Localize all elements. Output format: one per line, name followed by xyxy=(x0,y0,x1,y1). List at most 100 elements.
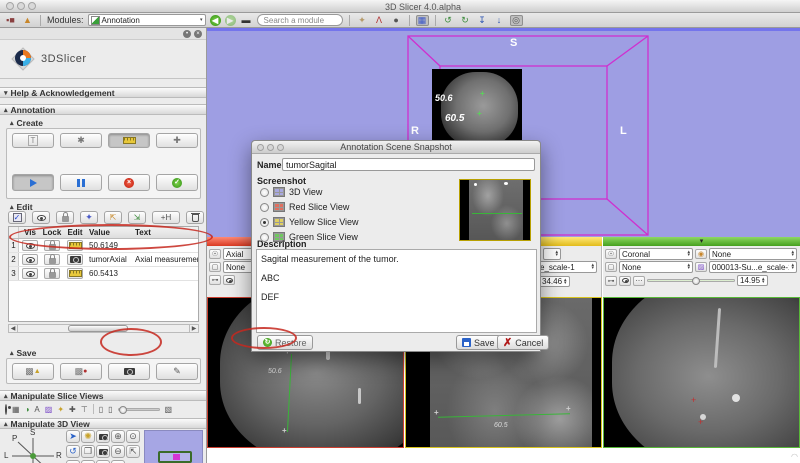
panel-close-button[interactable]: × xyxy=(194,30,202,38)
eye-button[interactable] xyxy=(223,275,235,285)
slice-visibility-icon[interactable] xyxy=(5,403,7,415)
modules-combobox[interactable]: Annotation ▾ xyxy=(87,14,206,26)
search-input[interactable]: Search a module xyxy=(256,14,343,26)
pause-place-button[interactable] xyxy=(60,174,102,191)
save-mrml-scene-button[interactable]: ▩ ▲ xyxy=(12,363,54,380)
view-camera-button[interactable] xyxy=(96,445,110,458)
scroll-left-icon[interactable]: ◀ xyxy=(9,325,18,332)
yellow-opacity-spinbox[interactable]: 34.46 ▴ ▾ xyxy=(539,276,570,287)
panel-pin-button[interactable]: • xyxy=(183,30,191,38)
radio-icon[interactable] xyxy=(260,187,269,197)
move-down-button[interactable]: ⇲ xyxy=(128,211,146,224)
minimize-window-button[interactable] xyxy=(17,2,25,10)
slice-star-icon[interactable]: ✦ xyxy=(57,405,64,414)
visibility-button[interactable] xyxy=(22,254,38,265)
save-button[interactable]: Save xyxy=(456,335,501,350)
table-horizontal-scrollbar[interactable]: ◀ ▶ xyxy=(8,324,199,333)
fiducial-marker[interactable]: + xyxy=(698,418,703,427)
value-cell[interactable]: tumorAxial xyxy=(87,255,133,264)
view-spin-button[interactable]: ✺ xyxy=(81,430,95,443)
slice-copy-icon[interactable]: ▯ xyxy=(99,405,103,414)
slice-label-icon[interactable]: A xyxy=(34,405,39,414)
link-icon[interactable]: ⊶ xyxy=(209,275,221,285)
slice-paste-icon[interactable]: ▯ xyxy=(108,405,112,414)
history-forward-button[interactable]: ▶ xyxy=(224,14,236,26)
label-visibility-icon[interactable]: ◉ xyxy=(695,249,707,259)
toggle-visibility-button[interactable] xyxy=(32,211,50,224)
load-data-icon[interactable]: ▪■ xyxy=(4,15,17,26)
view-screenshot-button[interactable] xyxy=(96,430,110,443)
dialog-zoom-button[interactable] xyxy=(277,144,284,151)
slice-halfmoon-icon[interactable]: ◑ xyxy=(25,405,30,414)
close-window-button[interactable] xyxy=(6,2,14,10)
cube-icon[interactable]: ▢ xyxy=(605,262,617,272)
capture-scene-snapshot-icon[interactable]: ↻ xyxy=(459,15,472,26)
radio-icon[interactable] xyxy=(260,202,269,212)
lock-button[interactable] xyxy=(44,268,60,279)
add-hierarchy-button[interactable]: +H xyxy=(152,211,180,224)
help-acknowledgement-header[interactable]: ▾ Help & Acknowledgement xyxy=(0,87,206,98)
delete-button[interactable] xyxy=(186,211,204,224)
layout-selector-button[interactable]: ▦ xyxy=(415,14,429,26)
dialog-close-button[interactable] xyxy=(257,144,264,151)
axis-compass[interactable]: S P L R A I xyxy=(4,428,62,463)
history-back-button[interactable]: ◀ xyxy=(209,14,221,26)
create-subsection-header[interactable]: ▴ Create xyxy=(10,118,43,128)
lock-button[interactable] xyxy=(44,254,60,265)
dialog-titlebar[interactable]: Annotation Scene Snapshot xyxy=(252,141,540,154)
cancel-button[interactable]: ✗ Cancel xyxy=(497,335,550,350)
name-input[interactable]: tumorSagital xyxy=(282,158,535,171)
cancel-place-button[interactable]: × xyxy=(108,174,150,191)
text-cell[interactable]: Axial measurement of the tu xyxy=(133,255,198,264)
green-volume-combobox[interactable]: 000013-Su...e_scale-1 ▴ ▾ xyxy=(709,261,797,273)
select-all-button[interactable]: ✓ xyxy=(8,211,26,224)
radio-selected-icon[interactable] xyxy=(260,217,269,227)
scroll-right-icon[interactable]: ▶ xyxy=(189,325,198,332)
link-icon[interactable]: ⊶ xyxy=(605,275,617,286)
pushpin-icon[interactable]: ☉ xyxy=(209,249,221,259)
view-zoom-sel-button[interactable]: ⊙ xyxy=(126,430,140,443)
description-textarea[interactable]: Sagital measurement of the tumor. ABC DE… xyxy=(256,249,537,333)
module-history-icon[interactable]: ▬ xyxy=(240,15,253,26)
scene-snapshot-button[interactable] xyxy=(108,363,150,380)
slice-fit-icon[interactable]: ⊤ xyxy=(81,405,88,414)
slice-opacity-slider[interactable] xyxy=(117,405,160,414)
green-slice-view[interactable]: + + xyxy=(603,297,800,448)
save-scene-view-button[interactable]: ▩ ● xyxy=(60,363,102,380)
jump-to-annotation-button[interactable]: ✦ xyxy=(80,211,98,224)
create-fiducial-button[interactable]: ✱ xyxy=(60,133,102,148)
done-place-button[interactable]: ✓ xyxy=(156,174,198,191)
edit-ruler-button[interactable] xyxy=(67,268,83,279)
slice-end-icon[interactable]: ▧ xyxy=(165,405,173,414)
edit-snapshot-button[interactable] xyxy=(67,254,83,265)
save-subsection-header[interactable]: ▴ Save xyxy=(10,348,36,358)
mouse-hand-icon[interactable]: ✦ xyxy=(356,15,369,26)
slice-grid-icon[interactable]: ▦ xyxy=(12,405,20,414)
layers-icon[interactable]: ▨ xyxy=(695,262,707,272)
pin-down-icon[interactable]: ↧ xyxy=(476,15,489,26)
scene-snapshot-camera-button[interactable]: ◎ xyxy=(509,14,523,26)
cube-icon[interactable]: ▢ xyxy=(209,262,221,272)
zoom-window-button[interactable] xyxy=(28,2,36,10)
dialog-minimize-button[interactable] xyxy=(267,144,274,151)
green-slice-bar[interactable]: ▾ xyxy=(603,237,800,246)
option-3d-view[interactable]: 3D View xyxy=(260,187,322,197)
view-stack-button[interactable]: ❐ xyxy=(81,445,95,458)
view3d-thumbnail[interactable] xyxy=(144,430,203,463)
fiducial-marker[interactable]: + xyxy=(691,396,696,405)
value-cell[interactable]: 60.5413 xyxy=(87,269,133,278)
manipulate-slice-views-header[interactable]: ▴ Manipulate Slice Views xyxy=(0,390,206,401)
restore-scene-snapshot-icon[interactable]: ↺ xyxy=(442,15,455,26)
green-label-combobox[interactable]: None ▴ ▾ xyxy=(619,261,693,273)
view-pick-button[interactable]: ➤ xyxy=(66,430,80,443)
edit-properties-button[interactable]: ✎ xyxy=(156,363,198,380)
place-fiducial-icon[interactable]: Λ xyxy=(373,15,386,26)
green-orientation-combobox[interactable]: Coronal ▴ ▾ xyxy=(619,248,693,260)
option-red-slice-view[interactable]: Red Slice View xyxy=(260,202,349,212)
resize-grip-icon[interactable]: ◠ xyxy=(791,452,798,461)
sphere-widget-icon[interactable]: ● xyxy=(390,15,403,26)
green-fg-combobox[interactable]: None ▴ ▾ xyxy=(709,248,797,260)
create-text-annotation-button[interactable]: T xyxy=(12,133,54,148)
table-row[interactable]: 3 60.5413 xyxy=(9,267,198,281)
resume-place-button[interactable] xyxy=(12,174,54,191)
